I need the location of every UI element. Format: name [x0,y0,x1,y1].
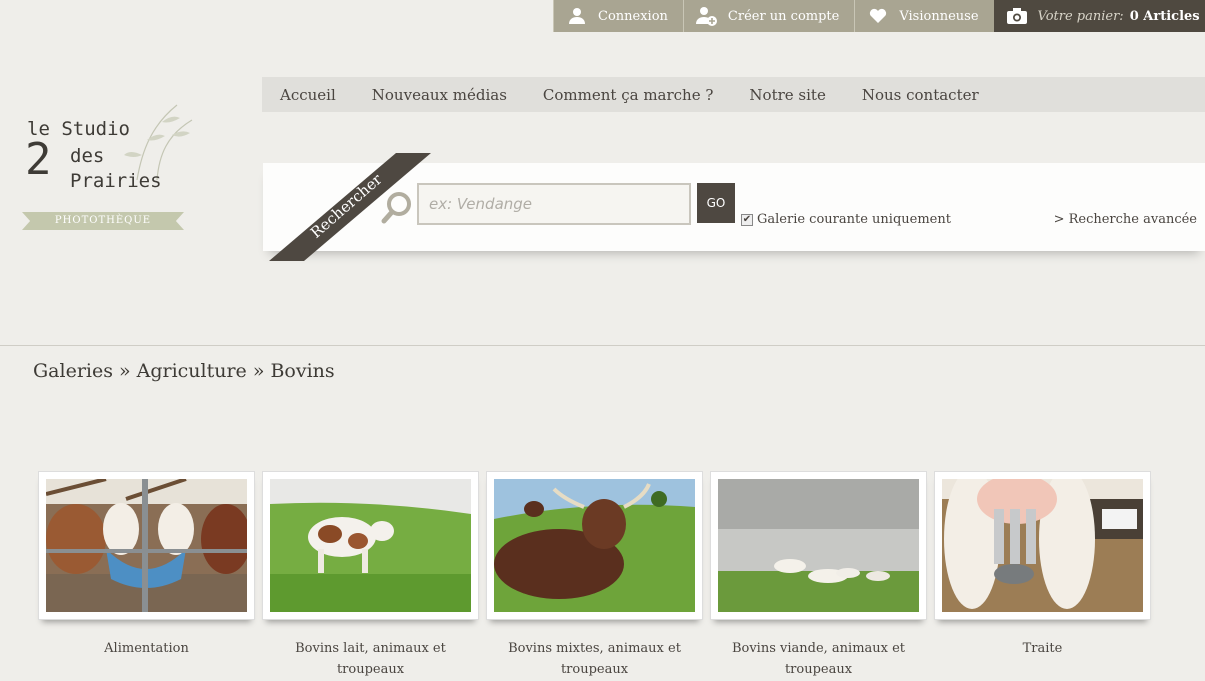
thumbnail-frame[interactable] [262,471,479,620]
viewer-link[interactable]: Visionneuse [854,0,994,32]
breadcrumb: Galeries» Agriculture» Bovins [33,360,335,382]
register-label: Créer un compte [727,8,840,24]
breadcrumb-agriculture[interactable]: Agriculture [137,360,247,382]
main-nav: Accueil Nouveaux médias Comment ça march… [262,77,1205,112]
logo-line-2: des [70,145,105,167]
logo-number: 2 [25,134,52,185]
nav-contact[interactable]: Nous contacter [862,86,979,104]
gallery-card-alimentation[interactable]: Alimentation [38,471,255,680]
nav-how-it-works[interactable]: Comment ça marche ? [543,86,714,104]
gallery-grid: Alimentation Bovins lait, animaux et tro… [38,471,1158,680]
camera-icon [1006,6,1028,26]
thumbnail-frame[interactable] [710,471,927,620]
herd-field-photo[interactable] [718,479,919,612]
thumbnail-frame[interactable] [38,471,255,620]
viewer-label: Visionneuse [899,8,979,24]
register-link[interactable]: Créer un compte [682,0,855,32]
breadcrumb-separator: » [118,360,131,382]
milking-photo[interactable] [942,479,1143,612]
dairy-cow-photo[interactable] [270,479,471,612]
breadcrumb-current: Bovins [270,360,335,382]
advanced-search-link[interactable]: > Recherche avancée [1054,212,1197,227]
nav-our-site[interactable]: Notre site [749,86,825,104]
cart-link[interactable]: Votre panier: 0 Articles [993,0,1205,32]
gallery-caption[interactable]: Bovins lait, animaux et troupeaux [262,638,479,680]
gallery-card-beef[interactable]: Bovins viande, animaux et troupeaux [710,471,927,680]
heart-icon [867,6,889,26]
gallery-caption[interactable]: Traite [934,638,1151,659]
account-bar: Connexion Créer un compte Visionneuse Vo… [553,0,1205,32]
breadcrumb-separator: » [252,360,265,382]
thumbnail-frame[interactable] [934,471,1151,620]
thumbnail-frame[interactable] [486,471,703,620]
login-link[interactable]: Connexion [553,0,683,32]
search-ribbon: Rechercher [266,153,431,261]
bull-lying-photo[interactable] [494,479,695,612]
cows-feeding-photo[interactable] [46,479,247,612]
current-gallery-checkbox[interactable]: ✔ Galerie courante uniquement [741,212,951,227]
logo-ribbon: PHOTOTHÈQUE [22,212,184,230]
breadcrumb-galleries[interactable]: Galeries [33,360,113,382]
logo-line-3: Prairies [70,170,162,192]
checkbox-checked-icon[interactable]: ✔ [741,213,753,226]
site-logo[interactable]: le Studio 2 des Prairies PHOTOTHÈQUE [22,100,202,235]
gallery-caption[interactable]: Bovins viande, animaux et troupeaux [710,638,927,680]
user-icon [566,6,588,26]
gallery-caption[interactable]: Bovins mixtes, animaux et troupeaux [486,638,703,680]
nav-home[interactable]: Accueil [280,86,336,104]
gallery-card-milking[interactable]: Traite [934,471,1151,680]
search-go-button[interactable]: GO [697,183,735,223]
current-gallery-label: Galerie courante uniquement [757,212,951,227]
login-label: Connexion [598,8,668,24]
gallery-card-dairy[interactable]: Bovins lait, animaux et troupeaux [262,471,479,680]
divider [0,345,1205,346]
search-input[interactable] [417,183,691,225]
search-ribbon-label: Rechercher [306,170,386,242]
grass-leaves-icon [124,104,193,180]
nav-new-media[interactable]: Nouveaux médias [372,86,507,104]
add-user-icon [695,6,718,26]
gallery-card-mixed[interactable]: Bovins mixtes, animaux et troupeaux [486,471,703,680]
cart-label: Votre panier: [1037,8,1124,24]
gallery-caption[interactable]: Alimentation [38,638,255,659]
cart-count: 0 Articles [1129,8,1200,24]
